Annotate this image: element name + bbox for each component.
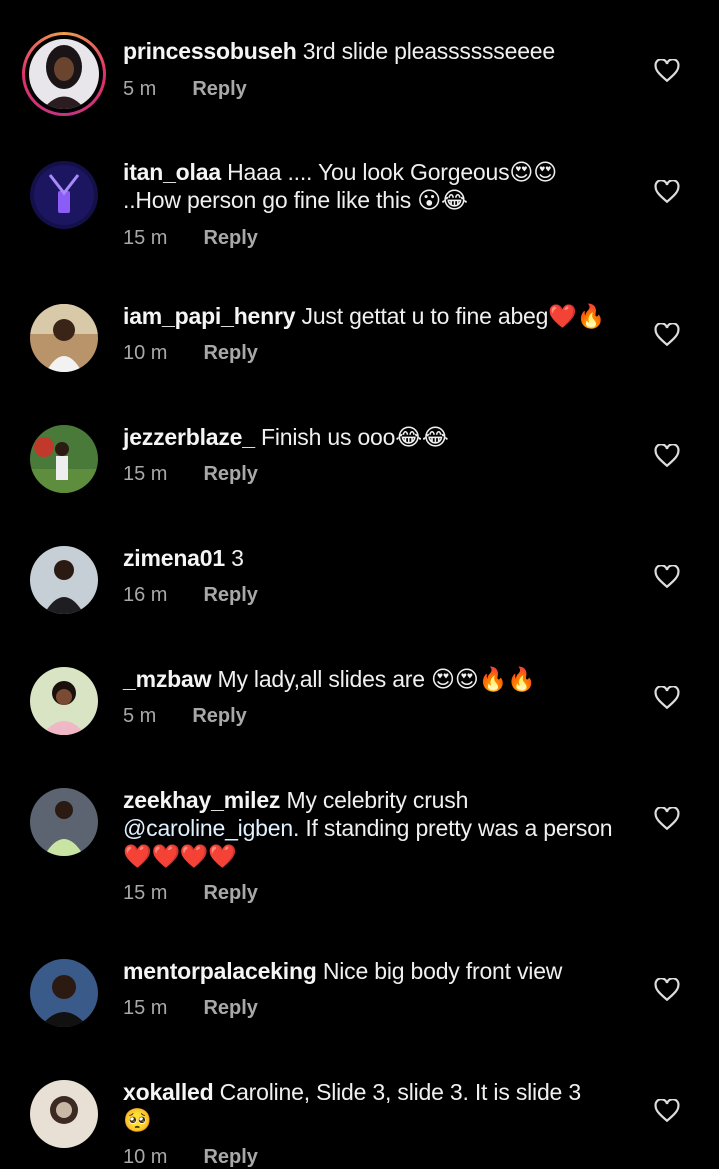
comment-username[interactable]: itan_olaa bbox=[123, 159, 221, 185]
reply-button[interactable]: Reply bbox=[192, 78, 246, 101]
comment-username[interactable]: zeekhay_milez bbox=[123, 787, 280, 813]
avatar bbox=[29, 39, 99, 109]
reply-button[interactable]: Reply bbox=[192, 705, 246, 728]
avatar[interactable] bbox=[30, 425, 98, 493]
comment-text: Finish us ooo😂😂 bbox=[261, 424, 449, 450]
comment-text: 3 bbox=[231, 545, 244, 571]
comment-meta: 15 m Reply bbox=[123, 463, 258, 486]
heart-outline-icon[interactable] bbox=[654, 565, 680, 589]
comment-username[interactable]: iam_papi_henry bbox=[123, 303, 296, 329]
avatar[interactable] bbox=[30, 959, 98, 1027]
comment-meta: 15 m Reply bbox=[123, 227, 258, 250]
comment-body: princessobuseh 3rd slide pleasssssseeee bbox=[123, 37, 613, 65]
comment-text: My lady,all slides are 😍😍🔥🔥 bbox=[217, 666, 536, 692]
comment-meta: 15 m Reply bbox=[123, 882, 258, 905]
heart-outline-icon[interactable] bbox=[654, 686, 680, 710]
comment-body: jezzerblaze_ Finish us ooo😂😂 bbox=[123, 423, 613, 451]
reply-button[interactable]: Reply bbox=[203, 882, 257, 905]
comment-meta: 5 m Reply bbox=[123, 78, 247, 101]
reply-button[interactable]: Reply bbox=[203, 997, 257, 1020]
comment-time: 15 m bbox=[123, 882, 168, 904]
comment-meta: 16 m Reply bbox=[123, 584, 258, 607]
comment-username[interactable]: _mzbaw bbox=[123, 666, 211, 692]
heart-outline-icon[interactable] bbox=[654, 1099, 680, 1123]
reply-button[interactable]: Reply bbox=[203, 463, 257, 486]
reply-button[interactable]: Reply bbox=[203, 342, 257, 365]
comment-body: zimena01 3 bbox=[123, 544, 613, 572]
comment-text: 3rd slide pleasssssseeee bbox=[302, 38, 555, 64]
comment-mention[interactable]: @caroline_igben bbox=[123, 815, 293, 841]
avatar[interactable] bbox=[30, 667, 98, 735]
comment-username[interactable]: xokalled bbox=[123, 1079, 214, 1105]
comment-body: iam_papi_henry Just gettat u to fine abe… bbox=[123, 302, 613, 330]
comment-body: itan_olaa Haaa .... You look Gorgeous😍😍 … bbox=[123, 158, 613, 214]
comment-username[interactable]: mentorpalaceking bbox=[123, 958, 317, 984]
comment-body: zeekhay_milez My celebrity crush @caroli… bbox=[123, 786, 613, 870]
heart-outline-icon[interactable] bbox=[654, 180, 680, 204]
comment-time: 10 m bbox=[123, 342, 168, 364]
comment-time: 10 m bbox=[123, 1146, 168, 1168]
comment-text: Nice big body front view bbox=[322, 958, 563, 984]
comment-username[interactable]: princessobuseh bbox=[123, 38, 297, 64]
avatar[interactable] bbox=[30, 161, 98, 229]
reply-button[interactable]: Reply bbox=[203, 227, 257, 250]
avatar-story-ring[interactable] bbox=[22, 32, 106, 116]
comment-time: 5 m bbox=[123, 705, 157, 727]
comment-username[interactable]: jezzerblaze_ bbox=[123, 424, 255, 450]
heart-outline-icon[interactable] bbox=[654, 323, 680, 347]
reply-button[interactable]: Reply bbox=[203, 584, 257, 607]
comment-body: xokalled Caroline, Slide 3, slide 3. It … bbox=[123, 1078, 613, 1134]
comment-meta: 5 m Reply bbox=[123, 705, 247, 728]
comment-time: 16 m bbox=[123, 584, 168, 606]
comment-username[interactable]: zimena01 bbox=[123, 545, 225, 571]
heart-outline-icon[interactable] bbox=[654, 807, 680, 831]
avatar[interactable] bbox=[30, 1080, 98, 1148]
avatar[interactable] bbox=[30, 546, 98, 614]
comment-time: 15 m bbox=[123, 227, 168, 249]
comment-time: 15 m bbox=[123, 997, 168, 1019]
comment-meta: 10 m Reply bbox=[123, 342, 258, 365]
heart-outline-icon[interactable] bbox=[654, 978, 680, 1002]
comment-time: 15 m bbox=[123, 463, 168, 485]
comment-time: 5 m bbox=[123, 78, 157, 100]
comment-body: mentorpalaceking Nice big body front vie… bbox=[123, 957, 613, 985]
avatar[interactable] bbox=[30, 788, 98, 856]
comment-meta: 10 m Reply bbox=[123, 1146, 258, 1169]
reply-button[interactable]: Reply bbox=[203, 1146, 257, 1169]
comment-text: My celebrity crush bbox=[286, 787, 469, 813]
heart-outline-icon[interactable] bbox=[654, 444, 680, 468]
comment-text: Just gettat u to fine abeg❤️🔥 bbox=[301, 303, 606, 329]
comment-meta: 15 m Reply bbox=[123, 997, 258, 1020]
comment-body: _mzbaw My lady,all slides are 😍😍🔥🔥 bbox=[123, 665, 613, 693]
avatar[interactable] bbox=[30, 304, 98, 372]
heart-outline-icon[interactable] bbox=[654, 59, 680, 83]
